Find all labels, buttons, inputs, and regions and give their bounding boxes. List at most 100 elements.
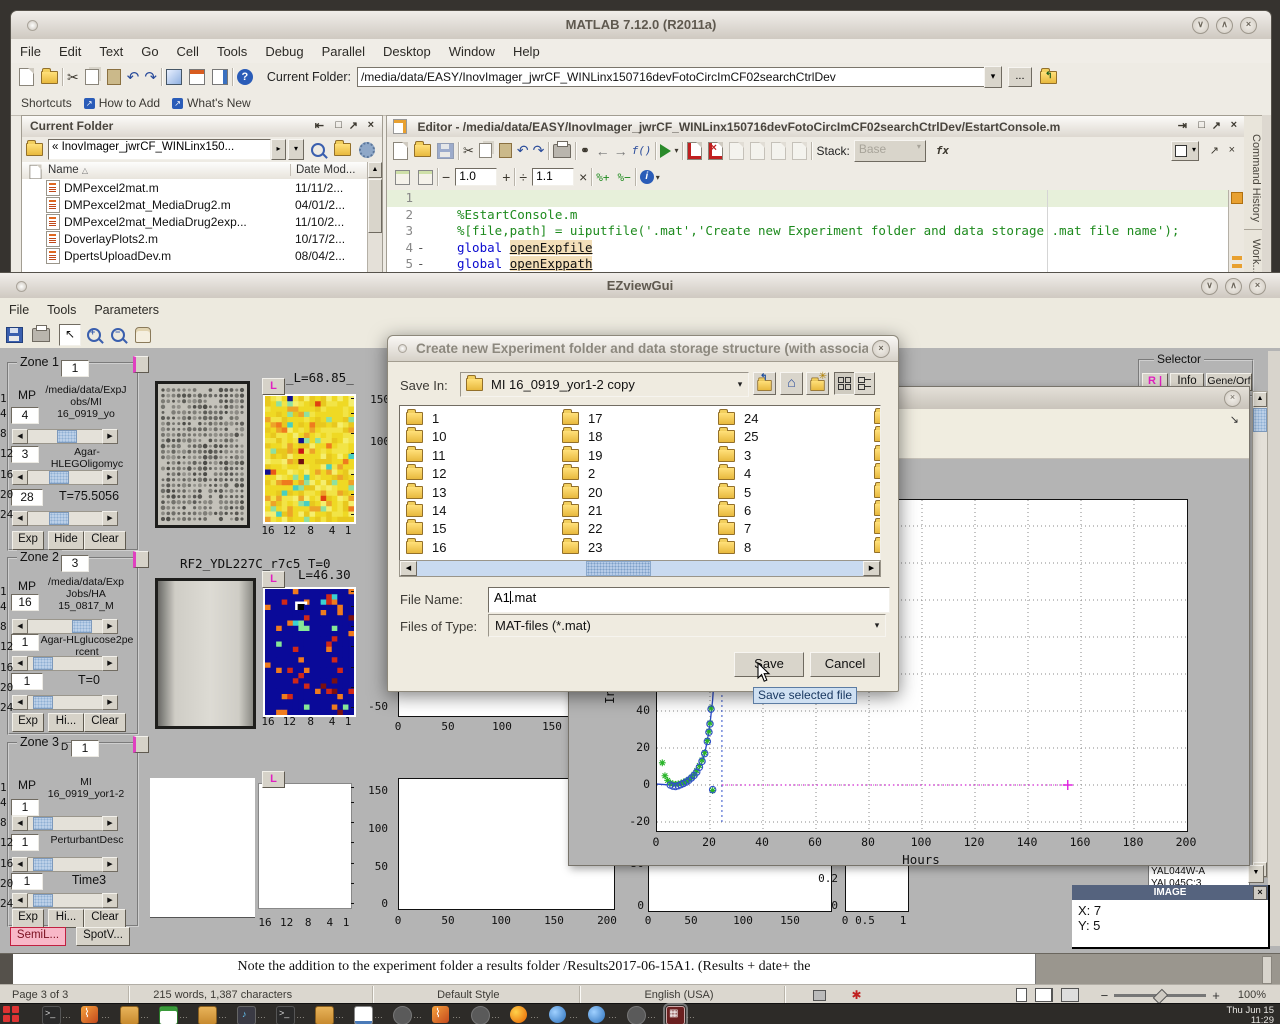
zone-media-slider[interactable]: ◀▶	[12, 470, 118, 485]
zone-media-slider-track[interactable]	[28, 857, 102, 872]
dialog-folder-item-clipped[interactable]	[874, 540, 881, 558]
forward-icon[interactable]: →	[614, 143, 628, 159]
files-of-type-combo[interactable]: MAT-files (*.mat) ▾	[488, 614, 886, 637]
zone-time-slider[interactable]: ◀▶	[12, 695, 118, 710]
zone-time-slider-thumb[interactable]	[49, 512, 69, 525]
restore-icon[interactable]: □	[335, 119, 342, 131]
step-out-icon[interactable]	[771, 142, 786, 160]
path-dropdown-button[interactable]: ▾	[984, 66, 1002, 88]
menu-edit[interactable]: Edit	[50, 42, 90, 61]
writer-scrollbar[interactable]	[1262, 956, 1272, 984]
folder-taskbar-icon[interactable]	[120, 1006, 139, 1024]
address-combo[interactable]: « InovImager_jwrCF_WINLinx150...	[48, 139, 271, 160]
current-folder-panel-header[interactable]: Current Folder ⇤ □ ↗ ×	[22, 116, 382, 138]
menu-parallel[interactable]: Parallel	[313, 42, 374, 61]
dialog-folder-item[interactable]: 8	[718, 540, 751, 555]
menu-debug[interactable]: Debug	[256, 42, 312, 61]
menu-file[interactable]: File	[11, 42, 50, 61]
info-dropdown-icon[interactable]: ▾	[656, 173, 660, 182]
find-icon[interactable]: ⚭	[580, 144, 589, 157]
zone-detach-button[interactable]	[133, 736, 149, 753]
step-in-icon[interactable]	[750, 142, 765, 160]
breakpoint-icon[interactable]	[687, 142, 702, 160]
zone-exp-button[interactable]: Exp	[12, 531, 44, 550]
shortcut-how-to-add[interactable]: How to Add	[99, 96, 160, 110]
editor-panel-header[interactable]: Editor - /media/data/EASY/InovImager_jwr…	[387, 116, 1245, 138]
menu-help[interactable]: Help	[504, 42, 549, 61]
browser-taskbar-icon[interactable]	[588, 1006, 605, 1023]
zone-mp-slider-thumb[interactable]	[72, 620, 92, 633]
map-link-button[interactable]: L	[262, 378, 285, 395]
up-one-level-button[interactable]: ↰	[753, 372, 776, 395]
gear-icon[interactable]	[359, 142, 375, 158]
zone-mp-slider-thumb[interactable]	[57, 430, 77, 443]
fx-icon[interactable]: fx	[936, 144, 949, 157]
launcher-taskbar-icon[interactable]	[3, 1006, 20, 1023]
document-taskbar-icon[interactable]	[354, 1006, 373, 1024]
ezview-menu-parameters[interactable]: Parameters	[85, 301, 168, 319]
divide-value-field[interactable]: 1.0	[455, 168, 497, 186]
workspace-taskbar-icon[interactable]	[393, 1006, 412, 1024]
profiler-icon[interactable]	[212, 69, 228, 85]
menu-desktop[interactable]: Desktop	[374, 42, 440, 61]
zone-media-slider[interactable]: ◀▶	[12, 857, 118, 872]
paste-icon[interactable]	[107, 69, 121, 85]
zone-index-field[interactable]: 3	[61, 555, 89, 572]
new-folder-button[interactable]: ✳	[806, 372, 829, 395]
zone-hi-button[interactable]: Hi...	[48, 909, 84, 928]
menu-text[interactable]: Text	[90, 42, 132, 61]
menu-cell[interactable]: Cell	[168, 42, 208, 61]
browser-taskbar-icon[interactable]	[549, 1006, 566, 1023]
address-dropright-icon[interactable]: ▸	[271, 139, 286, 160]
dialog-folder-item[interactable]: 10	[406, 429, 446, 444]
results-expand-icon[interactable]: ↘	[1230, 413, 1239, 426]
folder-list-box[interactable]: 1101112131415161718192202122232425345678	[399, 405, 881, 562]
multiply-icon[interactable]: ×	[579, 169, 587, 185]
ezview-menu-file[interactable]: File	[0, 301, 38, 319]
firefox-taskbar-icon[interactable]	[510, 1006, 527, 1023]
zone-mp-slider-right-icon[interactable]: ▶	[102, 816, 118, 831]
dialog-folder-item[interactable]: 18	[562, 429, 602, 444]
menu-window[interactable]: Window	[440, 42, 504, 61]
dialog-folder-item[interactable]: 17	[562, 411, 602, 426]
popout-icon[interactable]: ↗	[349, 119, 358, 132]
zoom-slider[interactable]	[1114, 994, 1206, 997]
ezview-save-icon[interactable]	[6, 327, 23, 343]
zone-detach-button[interactable]	[133, 551, 149, 568]
zone-detach-button[interactable]	[133, 356, 149, 373]
code-line[interactable]: 5-global openExppath	[387, 256, 1229, 273]
dialog-menu-dot[interactable]	[398, 344, 407, 353]
dialog-folder-item[interactable]: 25	[718, 429, 758, 444]
zone-mp-slider-track[interactable]	[28, 816, 102, 831]
scroll-up-icon[interactable]: ▲	[368, 162, 382, 178]
next-cell-icon[interactable]	[418, 170, 433, 185]
editor-copy-icon[interactable]	[479, 143, 492, 158]
zone-mp-slider-thumb[interactable]	[33, 817, 53, 830]
goto-function-icon[interactable]: f()	[632, 144, 652, 157]
status-language[interactable]: English (USA)	[644, 989, 713, 1001]
minimize-button[interactable]: ∨	[1192, 17, 1209, 34]
gimp-taskbar-icon[interactable]: ▦	[666, 1006, 685, 1024]
hscroll-thumb[interactable]	[586, 561, 650, 576]
dialog-folder-item[interactable]: 11	[406, 448, 446, 463]
back-icon[interactable]: ←	[596, 143, 610, 159]
open-file-icon[interactable]	[41, 71, 58, 84]
editor-paste-icon[interactable]	[499, 143, 512, 158]
zone-time-slider-right-icon[interactable]: ▶	[102, 695, 118, 710]
ezview-maximize-button[interactable]: ∧	[1225, 278, 1242, 295]
comment-plus-icon[interactable]: %+	[596, 171, 609, 184]
media-player-taskbar-icon[interactable]: ♪	[237, 1006, 256, 1024]
dialog-folder-item[interactable]: 12	[406, 466, 446, 481]
terminal-taskbar-icon[interactable]: >_	[276, 1006, 295, 1024]
zone-exp-button[interactable]: Exp	[12, 909, 44, 928]
insert-cell-icon[interactable]	[395, 170, 410, 185]
save-in-dropdown-icon[interactable]: ▾	[732, 379, 748, 390]
dialog-folder-item[interactable]: 6	[718, 503, 751, 518]
dialog-folder-item[interactable]: 22	[562, 521, 602, 536]
dialog-folder-item[interactable]: 15	[406, 521, 446, 536]
folder-list-scrollbar[interactable]: ▲	[367, 162, 382, 274]
zoom-out-icon[interactable]: −	[111, 328, 125, 342]
grid-view-toggle[interactable]	[834, 372, 855, 395]
zone-media-slider-thumb[interactable]	[33, 657, 53, 670]
writer-page[interactable]: Note the addition to the experiment fold…	[13, 954, 1036, 984]
